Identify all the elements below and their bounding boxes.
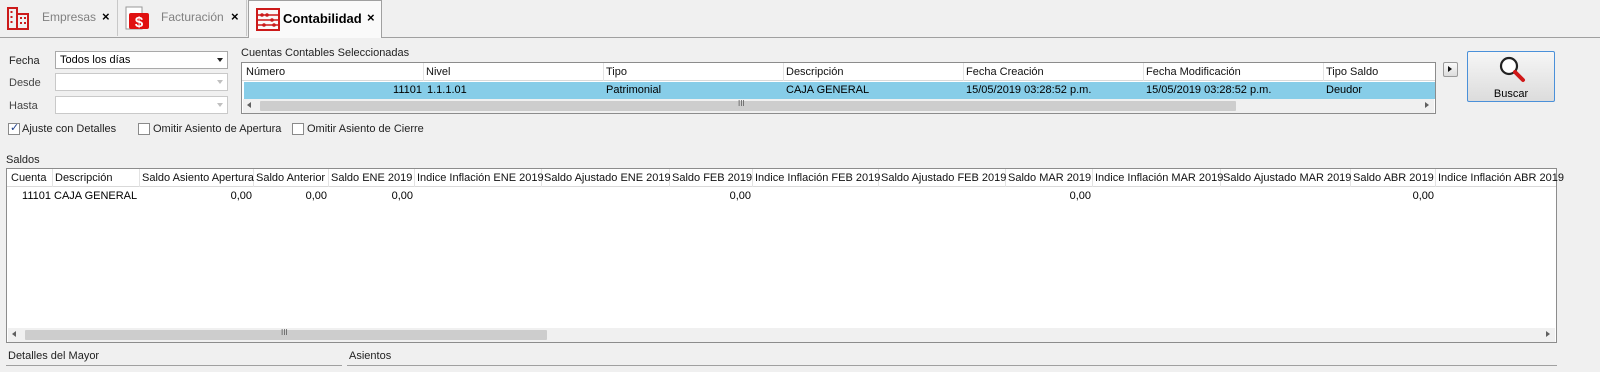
cell-saldo-ene: 0,00 — [391, 190, 413, 202]
tab-empresas-label: Empresas — [42, 10, 97, 24]
cell-descripcion: CAJA GENERAL — [786, 84, 870, 96]
cell-tipo-saldo: Deudor — [1326, 84, 1363, 96]
asientos-label: Asientos — [349, 350, 392, 362]
divider — [6, 365, 342, 366]
column-header[interactable]: Indice Inflación MAR 2019 — [1093, 169, 1223, 187]
scrollbar-thumb[interactable] — [260, 101, 1236, 111]
desde-date-picker[interactable] — [55, 73, 228, 91]
cell-descripcion: CAJA GENERAL — [54, 190, 138, 202]
cuentas-header: Número Nivel Tipo Descripción Fecha Crea… — [242, 63, 1435, 81]
tab-contabilidad[interactable]: Contabilidad × — [248, 0, 382, 38]
chevron-down-icon — [217, 58, 223, 62]
cell-cuenta: 11101 — [22, 190, 51, 202]
column-header[interactable]: Tipo — [604, 63, 784, 81]
column-header[interactable]: Saldo ENE 2019 — [329, 169, 415, 187]
close-icon[interactable]: × — [367, 10, 375, 25]
omitir-apertura-label: Omitir Asiento de Apertura — [153, 123, 282, 135]
building-icon — [7, 7, 29, 30]
chevron-down-icon — [217, 80, 223, 84]
buscar-button[interactable]: Buscar — [1467, 51, 1555, 102]
column-header[interactable]: Nivel — [424, 63, 604, 81]
fecha-select[interactable]: Todos los días — [55, 51, 228, 69]
play-arrow-icon — [1448, 66, 1452, 72]
table-row[interactable]: 11101 1.1.1.01 Patrimonial CAJA GENERAL … — [244, 82, 1435, 99]
column-header[interactable]: Indice Inflación ABR 2019 — [1436, 169, 1564, 187]
tab-bar: Empresas × $ Facturación × Contabilidad … — [0, 0, 1600, 38]
column-header[interactable]: Indice Inflación FEB 2019 — [753, 169, 880, 187]
scrollbar-grip: III — [738, 99, 745, 108]
cell-numero: 11101 — [393, 84, 422, 96]
cuentas-grid: Número Nivel Tipo Descripción Fecha Crea… — [241, 62, 1436, 114]
cell-fecha-creacion: 15/05/2019 03:28:52 p.m. — [966, 84, 1092, 96]
cell-saldo-abr: 0,00 — [1412, 190, 1434, 202]
tab-contabilidad-label: Contabilidad — [283, 11, 362, 26]
column-header[interactable]: Saldo ABR 2019 — [1351, 169, 1436, 187]
table-row[interactable]: 11101 CAJA GENERAL 0,00 0,00 0,00 0,00 0… — [9, 189, 1556, 205]
scroll-left-icon[interactable] — [247, 102, 251, 108]
scroll-right-icon[interactable] — [1546, 331, 1550, 337]
horizontal-scrollbar[interactable]: III — [243, 99, 1434, 113]
omitir-cierre-checkbox[interactable] — [292, 123, 304, 135]
column-header[interactable]: Saldo Anterior — [254, 169, 329, 187]
ajuste-detalles-label: Ajuste con Detalles — [22, 123, 117, 135]
chevron-down-icon — [217, 103, 223, 107]
column-header[interactable]: Descripción — [784, 63, 964, 81]
tab-facturacion-label: Facturación — [161, 10, 224, 24]
cell-tipo: Patrimonial — [606, 84, 662, 96]
scroll-right-icon[interactable] — [1425, 102, 1429, 108]
desde-label: Desde — [9, 77, 41, 89]
hasta-label: Hasta — [9, 100, 38, 112]
cuentas-title: Cuentas Contables Seleccionadas — [241, 47, 410, 59]
hasta-date-picker[interactable] — [55, 96, 228, 114]
dollar-icon: $ — [125, 6, 149, 31]
omitir-apertura-checkbox[interactable] — [138, 123, 150, 135]
column-header[interactable]: Fecha Creación — [964, 63, 1144, 81]
cell-nivel: 1.1.1.01 — [427, 84, 467, 96]
scrollbar-grip: III — [281, 328, 288, 337]
column-header[interactable]: Saldo MAR 2019 — [1006, 169, 1093, 187]
fecha-select-value: Todos los días — [60, 54, 131, 66]
column-header[interactable]: Saldo Ajustado MAR 2019 — [1221, 169, 1351, 187]
column-header[interactable]: Saldo Asiento Apertura — [140, 169, 254, 187]
buscar-label: Buscar — [1493, 88, 1529, 100]
column-header[interactable]: Fecha Modificación — [1144, 63, 1324, 81]
magnifier-icon — [1499, 56, 1525, 82]
saldos-grid: Cuenta Descripción Saldo Asiento Apertur… — [6, 168, 1564, 343]
column-header[interactable]: Saldo Ajustado FEB 2019 — [879, 169, 1006, 187]
cell-saldo-feb: 0,00 — [729, 190, 751, 202]
ajuste-detalles-checkbox[interactable] — [8, 121, 20, 135]
scroll-left-icon[interactable] — [12, 331, 16, 337]
column-header[interactable]: Saldo Ajustado ENE 2019 — [542, 169, 671, 187]
tab-facturacion[interactable]: $ Facturación × — [119, 0, 247, 36]
saldos-title: Saldos — [6, 154, 40, 166]
cell-saldo-mar: 0,00 — [1069, 190, 1091, 202]
fecha-label: Fecha — [9, 55, 40, 67]
column-header[interactable]: Cuenta — [9, 169, 53, 187]
horizontal-scrollbar[interactable]: III — [8, 328, 1555, 342]
detalles-mayor-label: Detalles del Mayor — [8, 350, 100, 362]
cell-saldo-anterior: 0,00 — [305, 190, 327, 202]
cell-fecha-modificacion: 15/05/2019 03:28:52 p.m. — [1146, 84, 1272, 96]
column-header[interactable]: Saldo FEB 2019 — [670, 169, 753, 187]
column-header[interactable]: Tipo Saldo — [1324, 63, 1435, 81]
saldos-header: Cuenta Descripción Saldo Asiento Apertur… — [7, 169, 1564, 187]
close-icon[interactable]: × — [231, 9, 239, 24]
column-header[interactable]: Indice Inflación ENE 2019 — [415, 169, 544, 187]
expand-button[interactable] — [1443, 62, 1458, 77]
column-header[interactable]: Número — [244, 63, 424, 81]
svg-text:$: $ — [135, 14, 144, 31]
tab-empresas[interactable]: Empresas × — [0, 0, 118, 36]
close-icon[interactable]: × — [102, 9, 110, 24]
cell-saldo-apertura: 0,00 — [230, 190, 252, 202]
divider — [347, 365, 1557, 366]
column-header[interactable]: Descripción — [53, 169, 140, 187]
omitir-cierre-label: Omitir Asiento de Cierre — [307, 123, 424, 135]
abacus-icon — [256, 8, 280, 31]
